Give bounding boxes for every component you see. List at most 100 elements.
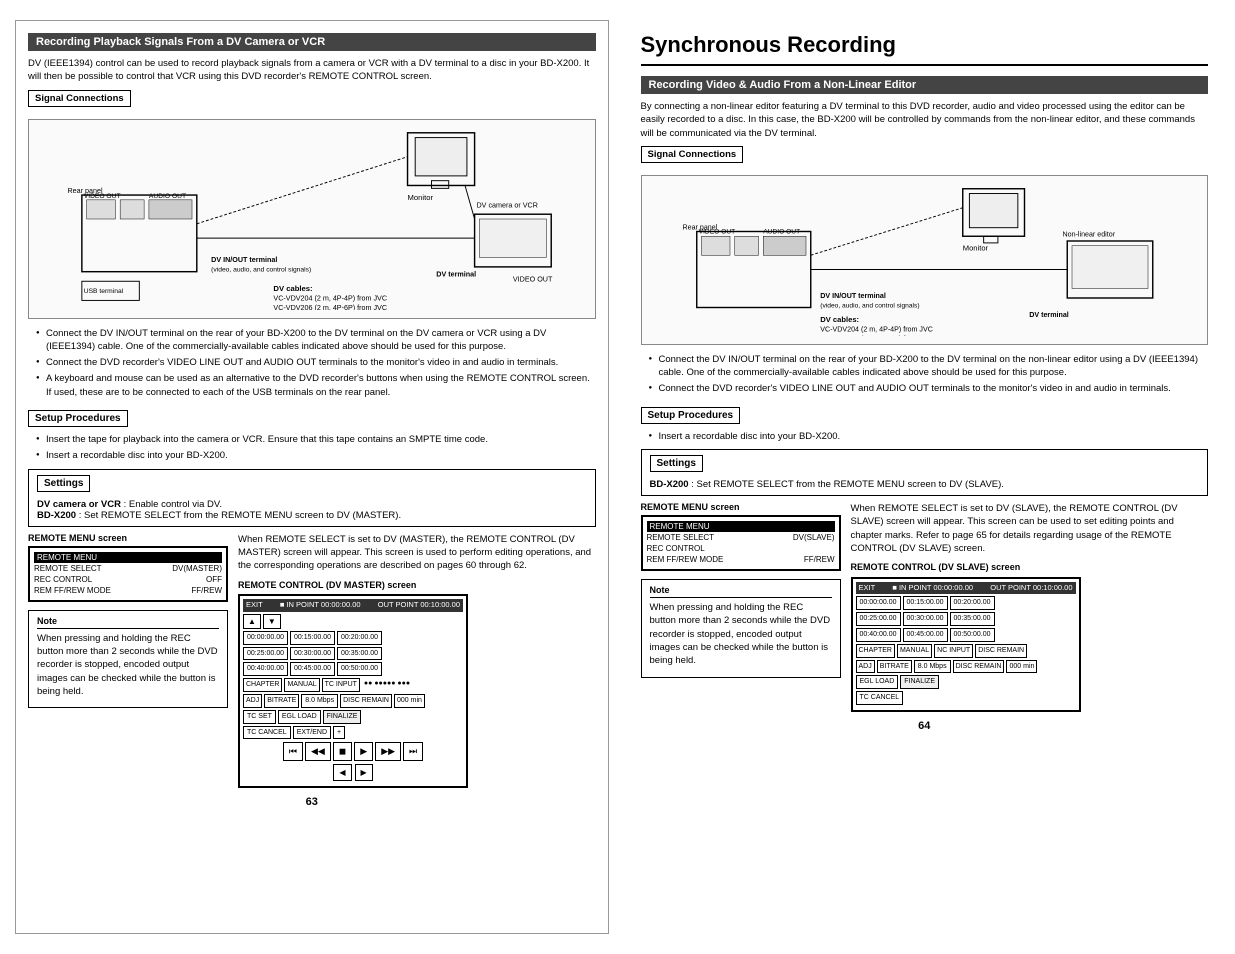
left-rc-arrows: ▲ ▼ <box>243 614 463 629</box>
svg-text:VC-VDV206 (2 m, 4P-6P) from JV: VC-VDV206 (2 m, 4P-6P) from JVC <box>273 304 387 310</box>
left-bullet-1: Connect the DV IN/OUT terminal on the re… <box>36 327 596 354</box>
svg-text:DV cables:: DV cables: <box>820 315 859 324</box>
right-section-header: Recording Video & Audio From a Non-Linea… <box>641 76 1209 94</box>
right-rc-bitrate-row: ADJ BITRATE 8.0 Mbps DISC REMAIN 000 min <box>856 660 1076 674</box>
left-description-col: When REMOTE SELECT is set to DV (MASTER)… <box>238 533 596 789</box>
right-page-number: 64 <box>641 720 1209 732</box>
right-signal-connections-label: Signal Connections <box>641 146 744 163</box>
left-rc-btn-row2: TC CANCEL EXT/END + <box>243 726 463 740</box>
right-remote-menu-screen: REMOTE MENU REMOTE SELECTDV(SLAVE) REC C… <box>641 515 841 571</box>
right-tc-grid: 00:00:00.00 00:15:00.00 00:20:00.00 00:2… <box>856 596 1076 641</box>
right-bullet-list: Connect the DV IN/OUT terminal on the re… <box>641 353 1209 396</box>
right-two-col: REMOTE MENU screen REMOTE MENU REMOTE SE… <box>641 502 1209 712</box>
left-rc-bottom-row: CHAPTER MANUAL TC INPUT ●● ●●●●● ●●● <box>243 678 463 692</box>
svg-text:DV IN/OUT terminal: DV IN/OUT terminal <box>211 256 277 264</box>
left-page: Recording Playback Signals From a DV Cam… <box>15 20 609 934</box>
left-remote-menu-screen-title: REMOTE MENU screen <box>28 533 228 543</box>
left-btn-ff-end[interactable]: ⏭ <box>403 742 423 761</box>
left-setup-bullet-2: Insert a recordable disc into your BD-X2… <box>36 449 596 462</box>
left-rc-header: EXIT ■ IN POINT 00:00:00.00 OUT POINT 00… <box>243 599 463 612</box>
svg-text:DV terminal: DV terminal <box>1029 311 1069 319</box>
left-section-header: Recording Playback Signals From a DV Cam… <box>28 33 596 51</box>
left-bullet-3: A keyboard and mouse can be used as an a… <box>36 372 596 399</box>
svg-text:VC-VDV206 (2 m, 4P-6P) from JV: VC-VDV206 (2 m, 4P-6P) from JVC <box>820 335 933 336</box>
left-two-col: REMOTE MENU screen REMOTE MENU REMOTE SE… <box>28 533 596 789</box>
svg-text:DV cables:: DV cables: <box>273 283 312 292</box>
right-bullet-1: Connect the DV IN/OUT terminal on the re… <box>649 353 1209 380</box>
svg-text:VIDEO OUT: VIDEO OUT <box>513 275 553 283</box>
right-note-title: Note <box>650 585 832 598</box>
left-note-text: When pressing and holding the REC button… <box>37 632 219 698</box>
left-btn-ff[interactable]: ▶▶ <box>375 742 401 761</box>
right-menu-item-3: REM FF/REW MODEFF/REW <box>647 554 835 565</box>
svg-text:VIDEO OUT: VIDEO OUT <box>698 228 735 235</box>
left-menu-item-header: REMOTE MENU <box>34 552 222 563</box>
svg-text:(video, audio, and control sig: (video, audio, and control signals) <box>211 266 311 273</box>
left-menu-item-3: REM FF/REW MODEFF/REW <box>34 585 222 596</box>
right-menu-item-2: REC CONTROL <box>647 543 835 554</box>
right-section-title: Recording Video & Audio From a Non-Linea… <box>649 79 917 91</box>
svg-text:Monitor: Monitor <box>408 192 434 201</box>
right-settings-bdx200-text: : Set REMOTE SELECT from the REMOTE MENU… <box>691 479 1004 490</box>
right-menu-item-header: REMOTE MENU <box>647 521 835 532</box>
left-settings-row2: BD-X200 : Set REMOTE SELECT from the REM… <box>37 510 587 521</box>
left-settings-label: Settings <box>37 475 90 492</box>
right-description-col: When REMOTE SELECT is set to DV (SLAVE),… <box>851 502 1209 712</box>
left-bullet-2: Connect the DVD recorder's VIDEO LINE OU… <box>36 356 596 369</box>
left-remote-menu-screen: REMOTE MENU REMOTE SELECTDV(MASTER) REC … <box>28 546 228 602</box>
left-section-title: Recording Playback Signals From a DV Cam… <box>36 36 325 48</box>
left-btn-slow-fwd[interactable]: ▶ <box>355 764 373 781</box>
left-diagram: Monitor DV camera or VCR Rear panel VIDE… <box>28 119 596 319</box>
left-transport-row2: ◀ ▶ <box>243 764 463 781</box>
left-menu-item-2: REC CONTROLOFF <box>34 574 222 585</box>
right-rc-exit: EXIT <box>859 583 876 594</box>
right-settings-bdx200: BD-X200 <box>650 479 689 490</box>
right-note-box: Note When pressing and holding the REC b… <box>641 579 841 677</box>
svg-text:DV camera or VCR: DV camera or VCR <box>477 201 538 209</box>
svg-text:DV terminal: DV terminal <box>436 270 476 278</box>
left-rc-screen-title: REMOTE CONTROL (DV MASTER) screen <box>238 579 596 592</box>
right-diagram: Monitor Non-linear editor Rear panel VID… <box>641 175 1209 345</box>
left-page-number: 63 <box>28 796 596 808</box>
left-btn-stop[interactable]: ◼ <box>333 742 352 761</box>
left-intro-text: DV (IEEE1394) control can be used to rec… <box>28 57 596 84</box>
left-btn-rw-end[interactable]: ⏮ <box>283 742 303 761</box>
right-bullet-2: Connect the DVD recorder's VIDEO LINE OU… <box>649 382 1209 395</box>
left-bullet-list: Connect the DV IN/OUT terminal on the re… <box>28 327 596 399</box>
right-rc-btn-row2: TC CANCEL <box>856 691 1076 705</box>
left-menu-item-1: REMOTE SELECTDV(MASTER) <box>34 563 222 574</box>
left-rc-screen: EXIT ■ IN POINT 00:00:00.00 OUT POINT 00… <box>238 594 468 788</box>
right-rc-btn-row1: EGL LOAD FINALIZE <box>856 675 1076 689</box>
right-when-remote-text: When REMOTE SELECT is set to DV (SLAVE),… <box>851 502 1209 555</box>
left-btn-slow-rew[interactable]: ◀ <box>333 764 351 781</box>
svg-text:VC-VDV204 (2 m, 4P-4P) from JV: VC-VDV204 (2 m, 4P-4P) from JVC <box>273 294 387 302</box>
right-rc-header: EXIT ■ IN POINT 00:00:00.00 OUT POINT 00… <box>856 582 1076 595</box>
right-setup-bullet-1: Insert a recordable disc into your BD-X2… <box>649 430 1209 443</box>
right-settings-text: BD-X200 : Set REMOTE SELECT from the REM… <box>650 479 1200 490</box>
left-signal-connections-label: Signal Connections <box>28 90 131 107</box>
left-when-remote-text: When REMOTE SELECT is set to DV (MASTER)… <box>238 533 596 573</box>
svg-text:Monitor: Monitor <box>962 243 988 252</box>
right-note-text: When pressing and holding the REC button… <box>650 601 832 667</box>
main-title: Synchronous Recording <box>641 32 1209 66</box>
left-btn-rew[interactable]: ◀◀ <box>305 742 331 761</box>
left-btn-play[interactable]: ▶ <box>354 742 373 761</box>
svg-text:DV IN/OUT terminal: DV IN/OUT terminal <box>820 292 886 300</box>
right-remote-menu-screen-title: REMOTE MENU screen <box>641 502 841 512</box>
left-rc-exit: EXIT <box>246 600 263 611</box>
left-setup-bullets: Insert the tape for playback into the ca… <box>28 433 596 463</box>
left-remote-menu-col: REMOTE MENU screen REMOTE MENU REMOTE SE… <box>28 533 228 789</box>
left-rc-btn-row1: TC SET EGL LOAD FINALIZE <box>243 710 463 724</box>
right-settings-label: Settings <box>650 455 703 472</box>
left-setup-procedures-label: Setup Procedures <box>28 410 128 427</box>
left-diagram-svg: Monitor DV camera or VCR Rear panel VIDE… <box>37 128 587 310</box>
svg-text:(video, audio, and control sig: (video, audio, and control signals) <box>820 302 919 309</box>
right-settings-box: Settings BD-X200 : Set REMOTE SELECT fro… <box>641 449 1209 496</box>
right-diagram-svg: Monitor Non-linear editor Rear panel VID… <box>650 184 1200 336</box>
right-rc-screen: EXIT ■ IN POINT 00:00:00.00 OUT POINT 00… <box>851 577 1081 712</box>
svg-text:AUDIO OUT: AUDIO OUT <box>149 193 186 200</box>
svg-text:VIDEO OUT: VIDEO OUT <box>84 193 121 200</box>
right-intro-text: By connecting a non-linear editor featur… <box>641 100 1209 140</box>
left-note-box: Note When pressing and holding the REC b… <box>28 610 228 708</box>
right-rc-bottom-row: CHAPTER MANUAL NC INPUT DISC REMAIN <box>856 644 1076 658</box>
